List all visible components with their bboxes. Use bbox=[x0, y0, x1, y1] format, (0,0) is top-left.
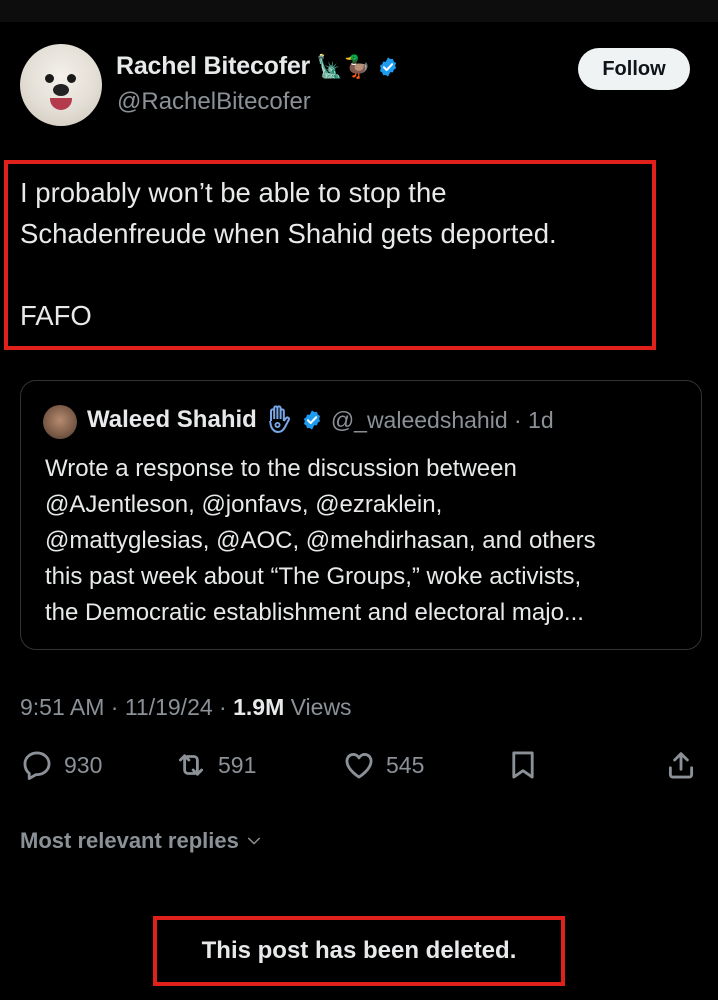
post-header: Rachel Bitecofer 🗽🦆 @RachelBitecofer Fol… bbox=[20, 44, 700, 134]
views-count: 1.9M bbox=[233, 694, 285, 720]
like-count: 545 bbox=[386, 751, 425, 778]
action-bar: 930 591 545 bbox=[20, 748, 700, 792]
repost-count: 591 bbox=[218, 751, 257, 778]
highlight-box bbox=[4, 160, 656, 350]
chevron-down-icon bbox=[247, 837, 260, 845]
reply-button[interactable]: 930 bbox=[20, 748, 102, 782]
heart-icon bbox=[345, 753, 373, 779]
quoted-line: this past week about “The Groups,” woke … bbox=[45, 563, 582, 590]
bookmark-icon bbox=[512, 751, 534, 779]
verified-badge-icon bbox=[379, 56, 396, 77]
highlight-box bbox=[153, 916, 565, 986]
verified-badge-icon bbox=[303, 410, 320, 430]
quoted-text: Wrote a response to the discussion betwe… bbox=[45, 451, 685, 631]
hamsa-icon bbox=[268, 405, 290, 434]
quoted-post[interactable]: Waleed Shahid @_waleedshahid · 1d Wrote … bbox=[20, 380, 702, 650]
replies-sort-dropdown[interactable]: Most relevant replies bbox=[20, 828, 263, 854]
name-emojis: 🗽🦆 bbox=[316, 53, 371, 79]
author-handle[interactable]: @RachelBitecofer bbox=[117, 88, 311, 116]
top-strip bbox=[0, 0, 718, 22]
author-display-name[interactable]: Rachel Bitecofer bbox=[116, 52, 310, 81]
quoted-display-name[interactable]: Waleed Shahid bbox=[87, 406, 257, 434]
bookmark-button[interactable] bbox=[506, 748, 540, 782]
replies-sort-label: Most relevant replies bbox=[20, 828, 239, 853]
author-name-row: Rachel Bitecofer 🗽🦆 bbox=[116, 52, 399, 81]
reply-icon bbox=[23, 751, 51, 780]
quoted-author-avatar[interactable] bbox=[43, 405, 77, 439]
post-meta: 9:51 AM · 11/19/24 · 1.9M Views bbox=[20, 694, 352, 721]
share-button[interactable] bbox=[664, 748, 698, 782]
quoted-line: @mattyglesias, @AOC, @mehdirhasan, and o… bbox=[45, 527, 596, 554]
views-label: Views bbox=[284, 694, 352, 720]
repost-icon bbox=[178, 754, 204, 776]
quoted-line: Wrote a response to the discussion betwe… bbox=[45, 455, 517, 482]
quoted-author-row: Waleed Shahid @_waleedshahid · 1d bbox=[87, 405, 554, 435]
post-timestamp[interactable]: 9:51 AM · 11/19/24 · bbox=[20, 694, 233, 721]
reply-count: 930 bbox=[64, 751, 103, 778]
share-icon bbox=[668, 752, 694, 779]
like-button[interactable]: 545 bbox=[342, 748, 424, 782]
repost-button[interactable]: 591 bbox=[174, 748, 256, 782]
follow-button[interactable]: Follow bbox=[578, 48, 690, 90]
quoted-line: @AJentleson, @jonfavs, @ezraklein, bbox=[45, 491, 443, 518]
quoted-line: the Democratic establishment and elector… bbox=[45, 599, 584, 626]
quoted-handle-time: @_waleedshahid · 1d bbox=[330, 406, 554, 433]
author-avatar[interactable] bbox=[20, 44, 102, 126]
